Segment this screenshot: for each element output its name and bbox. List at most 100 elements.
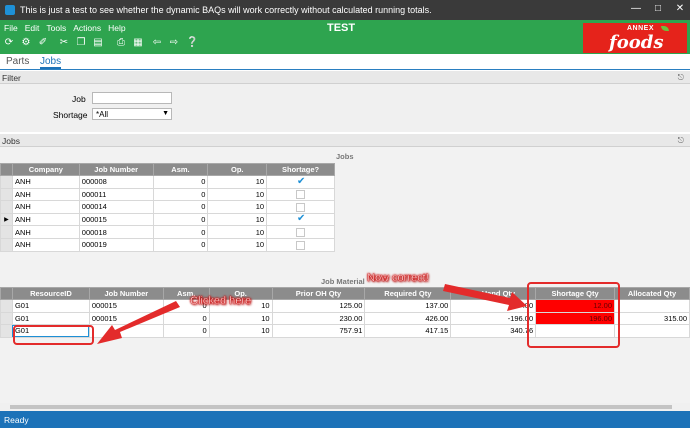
row-selector[interactable] bbox=[0, 311, 13, 326]
asm-cell[interactable]: 0 bbox=[152, 175, 209, 189]
menu-edit[interactable]: Edit bbox=[25, 23, 40, 33]
col-job-number[interactable]: Job Number bbox=[88, 287, 164, 300]
clear-icon[interactable]: ✐ bbox=[38, 38, 48, 48]
company-cell[interactable]: ANH bbox=[11, 225, 80, 239]
prior-oh-qty-cell[interactable]: 230.00 bbox=[271, 311, 366, 326]
required-qty-cell[interactable]: 426.00 bbox=[364, 311, 452, 326]
company-cell[interactable]: ANH bbox=[11, 237, 80, 252]
job-number-cell[interactable]: 000014 bbox=[78, 200, 154, 214]
op-cell[interactable]: 10 bbox=[207, 187, 268, 202]
prior-oh-qty-cell[interactable]: 125.00 bbox=[271, 299, 366, 313]
close-icon[interactable]: ✕ bbox=[672, 3, 688, 14]
shortage-select[interactable]: *All ▼ bbox=[92, 108, 172, 120]
company-cell[interactable]: ANH bbox=[11, 175, 80, 189]
checkbox-icon[interactable] bbox=[296, 190, 306, 200]
job-input[interactable] bbox=[92, 92, 172, 104]
col-required-qty[interactable]: Required Qty bbox=[364, 287, 452, 300]
tab-parts[interactable]: Parts bbox=[6, 56, 29, 67]
onhand-qty-cell[interactable]: 340.76 bbox=[450, 324, 537, 338]
forward-icon[interactable]: ⇨ bbox=[169, 38, 179, 48]
prior-oh-qty-cell[interactable]: 757.91 bbox=[271, 324, 366, 338]
checkbox-checked-icon[interactable] bbox=[296, 176, 305, 187]
op-cell[interactable]: 10 bbox=[207, 225, 268, 239]
op-cell[interactable]: 10 bbox=[208, 324, 273, 338]
asm-cell[interactable]: 0 bbox=[152, 187, 209, 202]
col-asm[interactable]: Asm. bbox=[152, 163, 209, 176]
refresh-icon[interactable]: ⟳ bbox=[4, 38, 14, 48]
allocated-qty-cell[interactable] bbox=[614, 324, 690, 338]
job-number-cell[interactable]: 000015 bbox=[88, 311, 164, 326]
print-icon[interactable]: ⎙ bbox=[116, 38, 126, 48]
shortage-cell[interactable] bbox=[266, 200, 335, 214]
asm-cell[interactable]: 0 bbox=[152, 212, 209, 227]
checkbox-icon[interactable] bbox=[296, 202, 306, 212]
asm-cell[interactable]: 0 bbox=[152, 237, 209, 252]
job-number-cell[interactable]: 000019 bbox=[78, 237, 154, 252]
onhand-qty-cell[interactable]: .00 bbox=[450, 299, 537, 313]
company-cell[interactable]: ANH bbox=[11, 212, 80, 227]
table-row[interactable]: ANH 000019 0 10 bbox=[0, 237, 335, 252]
allocated-qty-cell[interactable]: 315.00 bbox=[614, 311, 690, 326]
asm-cell[interactable]: 0 bbox=[162, 324, 210, 338]
row-selector[interactable] bbox=[0, 237, 13, 252]
pin-icon[interactable]: ⎋ bbox=[678, 73, 684, 83]
company-cell[interactable]: ANH bbox=[11, 187, 80, 202]
required-qty-cell[interactable]: 137.00 bbox=[364, 299, 452, 313]
menu-help[interactable]: Help bbox=[108, 23, 125, 33]
filter-panel-header[interactable]: Filter ⎋ bbox=[0, 71, 690, 84]
cut-icon[interactable]: ✂ bbox=[59, 38, 69, 48]
menu-file[interactable]: File bbox=[4, 23, 18, 33]
pin-icon[interactable]: ⎋ bbox=[678, 136, 684, 146]
row-selector[interactable] bbox=[0, 175, 13, 189]
table-row[interactable]: ANH 000014 0 10 bbox=[0, 200, 335, 214]
table-row[interactable]: ANH 000008 0 10 bbox=[0, 175, 335, 189]
shortage-cell[interactable] bbox=[266, 175, 335, 189]
col-onhand-qty[interactable]: OnHand Qty bbox=[450, 287, 537, 300]
col-job-number[interactable]: Job Number bbox=[78, 163, 154, 176]
maximize-icon[interactable]: □ bbox=[650, 3, 666, 14]
table-row[interactable]: ANH 000011 0 10 bbox=[0, 187, 335, 202]
row-selector[interactable] bbox=[0, 200, 13, 214]
onhand-qty-cell[interactable]: -196.00 bbox=[450, 311, 537, 326]
tab-jobs[interactable]: Jobs bbox=[40, 56, 62, 69]
job-number-cell[interactable]: 000018 bbox=[78, 225, 154, 239]
row-selector[interactable] bbox=[0, 225, 13, 239]
allocated-qty-cell[interactable] bbox=[614, 299, 690, 313]
op-cell[interactable]: 10 bbox=[207, 200, 268, 214]
copy-icon[interactable]: ❐ bbox=[76, 38, 86, 48]
checkbox-icon[interactable] bbox=[296, 227, 306, 237]
resource-id-cell[interactable]: G01 bbox=[11, 311, 90, 326]
back-icon[interactable]: ⇦ bbox=[152, 38, 162, 48]
asm-cell[interactable]: 0 bbox=[162, 311, 210, 326]
col-allocated-qty[interactable]: Allocated Qty bbox=[614, 287, 690, 300]
horizontal-scrollbar[interactable] bbox=[0, 403, 690, 411]
jobs-panel-header[interactable]: Jobs ⎋ bbox=[0, 134, 690, 147]
col-company[interactable]: Company bbox=[11, 163, 80, 176]
paste-icon[interactable]: ▤ bbox=[93, 38, 103, 48]
asm-cell[interactable]: 0 bbox=[152, 225, 209, 239]
col-shortage[interactable]: Shortage? bbox=[266, 163, 335, 176]
menu-tools[interactable]: Tools bbox=[46, 23, 66, 33]
col-resource-id[interactable]: ResourceID bbox=[11, 287, 90, 300]
row-selector[interactable] bbox=[0, 299, 13, 313]
table-row[interactable]: ANH 000018 0 10 bbox=[0, 225, 335, 239]
checkbox-icon[interactable] bbox=[296, 240, 306, 250]
job-number-cell[interactable]: 000008 bbox=[78, 175, 154, 189]
company-cell[interactable]: ANH bbox=[11, 200, 80, 214]
scroll-thumb[interactable] bbox=[10, 405, 672, 409]
checkbox-checked-icon[interactable] bbox=[296, 213, 305, 224]
col-prior-oh-qty[interactable]: Prior OH Qty bbox=[271, 287, 366, 300]
op-cell[interactable]: 10 bbox=[208, 311, 273, 326]
row-selector[interactable] bbox=[0, 187, 13, 202]
settings-icon[interactable]: ⚙ bbox=[21, 38, 31, 48]
help-icon[interactable]: ❔ bbox=[186, 38, 198, 48]
shortage-cell[interactable] bbox=[266, 212, 335, 227]
op-cell[interactable]: 10 bbox=[207, 237, 268, 252]
shortage-cell[interactable] bbox=[266, 225, 335, 239]
shortage-cell[interactable] bbox=[266, 187, 335, 202]
required-qty-cell[interactable]: 417.15 bbox=[364, 324, 452, 338]
job-number-cell[interactable]: 000015 bbox=[88, 299, 164, 313]
op-cell[interactable]: 10 bbox=[207, 175, 268, 189]
col-op[interactable]: Op. bbox=[207, 163, 268, 176]
minimize-icon[interactable]: — bbox=[628, 3, 644, 14]
